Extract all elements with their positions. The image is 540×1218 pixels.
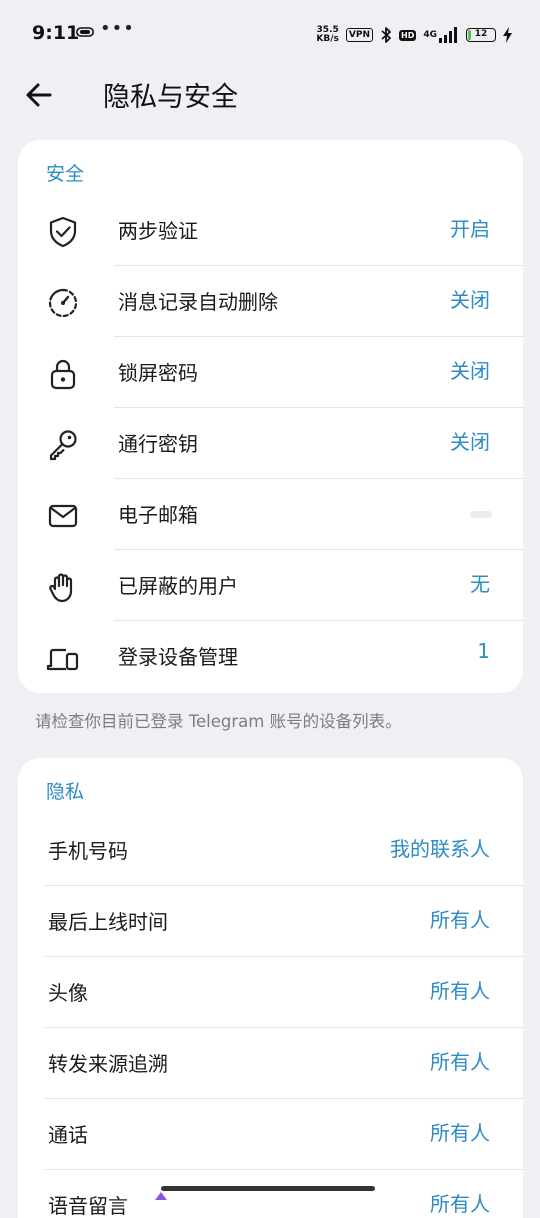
arrow-left-icon[interactable] [24,80,54,110]
premium-star-icon [155,1192,167,1200]
passkey-row[interactable]: 通行密钥 关闭 [18,408,523,479]
battery-level: 12 [474,29,488,39]
forwarded-messages-label: 转发来源追溯 [48,1052,168,1076]
net-speed: 35.5 KB/s [316,26,338,44]
passcode-lock-row[interactable]: 锁屏密码 关闭 [18,337,523,408]
last-seen-label: 最后上线时间 [48,910,168,934]
battery-icon: 12 [466,28,496,42]
last-seen-row[interactable]: 最后上线时间 所有人 [18,886,523,957]
security-section-title: 安全 [46,163,85,185]
forwarded-messages-value: 所有人 [430,1050,490,1074]
two-step-verification-value: 开启 [450,217,490,241]
auto-delete-row[interactable]: 消息记录自动删除 关闭 [18,266,523,337]
status-bar: 9:11 ••• 35.5 KB/s VPN HD 4G 12 [0,0,540,70]
more-dots-icon: ••• [100,18,135,39]
voice-messages-value: 所有人 [430,1192,490,1216]
passkey-label: 通行密钥 [118,432,198,456]
home-indicator[interactable] [161,1186,375,1191]
blocked-users-value: 无 [470,572,490,596]
passcode-lock-label: 锁屏密码 [118,361,198,385]
email-row[interactable]: 电子邮箱 [18,479,523,550]
blocked-users-label: 已屏蔽的用户 [118,574,238,598]
calls-value: 所有人 [430,1121,490,1145]
shield-check-icon [49,216,77,248]
email-label: 电子邮箱 [118,503,198,527]
two-step-verification-row[interactable]: 两步验证 开启 [18,195,523,266]
devices-value: 1 [477,639,490,663]
security-card: 安全 两步验证 开启 消息记录自动删除 关闭 锁屏密码 关闭 通行密钥 关闭 电… [18,140,523,693]
passcode-lock-value: 关闭 [450,359,490,383]
devices-label: 登录设备管理 [118,645,238,669]
devices-icon [46,648,79,671]
hand-icon [49,573,73,603]
network-type: 4G [423,30,437,40]
calls-label: 通话 [48,1123,88,1147]
key-icon [49,430,77,461]
timer-icon [48,288,78,318]
privacy-section-title: 隐私 [46,781,85,803]
voice-messages-label: 语音留言 [48,1194,128,1218]
profile-photo-row[interactable]: 头像 所有人 [18,957,523,1028]
signal-icon [439,27,457,43]
profile-photo-value: 所有人 [430,979,490,1003]
profile-photo-label: 头像 [48,981,88,1005]
status-indicators: 35.5 KB/s VPN HD 4G 12 [316,24,512,46]
phone-number-label: 手机号码 [48,839,128,863]
mail-icon [48,504,78,528]
phone-number-row[interactable]: 手机号码 我的联系人 [18,815,523,886]
status-time: 9:11 [32,22,80,44]
email-loading-placeholder [470,511,492,518]
net-speed-unit: KB/s [316,34,339,44]
security-footnote: 请检查你目前已登录 Telegram 账号的设备列表。 [35,712,402,731]
blocked-users-row[interactable]: 已屏蔽的用户 无 [18,550,523,621]
voice-messages-row[interactable]: 语音留言 所有人 [18,1170,523,1218]
lock-icon [50,359,76,390]
auto-delete-value: 关闭 [450,288,490,312]
calls-row[interactable]: 通话 所有人 [18,1099,523,1170]
bluetooth-icon [381,27,391,43]
page-title: 隐私与安全 [103,82,238,113]
header: 隐私与安全 [0,70,540,122]
auto-delete-label: 消息记录自动删除 [118,290,278,314]
hd-badge: HD [399,29,417,41]
phone-number-value: 我的联系人 [390,837,490,861]
privacy-card: 隐私 手机号码 我的联系人 最后上线时间 所有人 头像 所有人 转发来源追溯 所… [18,758,523,1218]
two-step-verification-label: 两步验证 [118,219,198,243]
glasses-icon [76,27,94,37]
devices-row[interactable]: 登录设备管理 1 [18,621,523,692]
vpn-badge: VPN [345,28,373,42]
passkey-value: 关闭 [450,430,490,454]
last-seen-value: 所有人 [430,908,490,932]
forwarded-messages-row[interactable]: 转发来源追溯 所有人 [18,1028,523,1099]
charging-icon [503,27,512,43]
